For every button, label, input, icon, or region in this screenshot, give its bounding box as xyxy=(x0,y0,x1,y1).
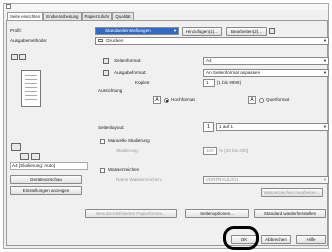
output-method-select[interactable]: Drucken ▼ xyxy=(95,37,329,45)
chevron-down-icon: ▼ xyxy=(323,38,327,43)
chevron-down-icon: ▼ xyxy=(323,70,327,75)
watermark-value: VERTRAULICH xyxy=(206,177,239,182)
portrait-icon: A xyxy=(153,96,161,104)
restore-defaults-label: Standard wiederherstellen xyxy=(263,211,317,216)
page-format-select[interactable]: A4 ▼ xyxy=(203,57,329,65)
tab-bar: Seite einrichten Endverarbeitung Papierz… xyxy=(7,12,134,21)
layout-value: 1 auf 1 xyxy=(219,124,234,129)
profile-label: Profil: xyxy=(10,28,22,33)
output-format-icon xyxy=(103,70,109,76)
chevron-down-icon: ▼ xyxy=(323,177,327,182)
manual-scaling-checkbox[interactable] xyxy=(100,139,105,144)
tab-paper-source[interactable]: Papierzufuhr xyxy=(81,12,113,20)
watermark-select[interactable]: VERTRAULICH ▼ xyxy=(203,176,329,184)
scaling-range: % [25 bis 200] xyxy=(219,148,249,153)
save-profile-icon[interactable] xyxy=(269,28,275,34)
portrait-label: Hochformat xyxy=(171,97,195,102)
chevron-down-icon: ▼ xyxy=(323,124,327,129)
watermark-checkbox[interactable] xyxy=(100,168,105,173)
show-settings-button[interactable]: Einstellungen anzeigen xyxy=(10,186,82,195)
output-format-value: An Seitenformat anpassen xyxy=(206,70,261,75)
preview-status: A4 [Skalierung: Auto] xyxy=(10,162,88,170)
output-format-label: Ausgabeformat: xyxy=(114,70,147,75)
paper-output-icon xyxy=(20,153,29,160)
profile-value: Standardeinstellungen xyxy=(105,28,151,33)
edit-watermark-button[interactable]: Wasserzeichen bearbeiten... xyxy=(261,188,323,197)
tab-quality[interactable]: Qualität xyxy=(112,12,134,20)
output-format-select[interactable]: An Seitenformat anpassen ▼ xyxy=(203,69,329,77)
copies-label: Kopien: xyxy=(135,80,151,85)
tab-finishing[interactable]: Endverarbeitung xyxy=(43,12,82,20)
settings-preview-icon[interactable] xyxy=(19,54,26,60)
page-preview-icon[interactable] xyxy=(11,54,18,60)
edit-watermark-label: Wasserzeichen bearbeiten... xyxy=(263,190,321,195)
copies-range: [1 bis 9999] xyxy=(217,80,241,85)
landscape-label: Querformat xyxy=(266,97,290,102)
page-options-button[interactable]: Seitenoptionen... xyxy=(185,209,249,218)
landscape-icon: A xyxy=(248,96,256,104)
scaling-value: 100 xyxy=(206,148,214,153)
custom-paper-size-label: Benutzerdefiniertes Papierformat... xyxy=(96,211,166,216)
scaling-field[interactable]: 100 xyxy=(203,147,217,155)
page-preview xyxy=(21,70,41,107)
help-icon[interactable] xyxy=(6,4,11,9)
help-label: Hilfe xyxy=(306,237,316,242)
copies-field[interactable]: 1 xyxy=(203,79,215,87)
layout-label: Seitenlayout: xyxy=(98,125,125,130)
add-profile-label: Hinzufügen(1)... xyxy=(185,29,219,34)
printer-icon xyxy=(98,39,103,43)
device-preview-label: Gerätevorschau xyxy=(29,177,63,182)
landscape-radio[interactable] xyxy=(259,98,264,103)
show-settings-label: Einstellungen anzeigen xyxy=(22,188,70,193)
custom-paper-size-button[interactable]: Benutzerdefiniertes Papierformat... xyxy=(85,209,177,218)
scaling-label: Skalierung: xyxy=(116,148,139,153)
edit-profile-label: Bearbeiten(2)... xyxy=(230,29,263,34)
help-button[interactable]: Hilfe xyxy=(296,235,326,244)
copies-value: 1 xyxy=(206,80,209,85)
chevron-down-icon: ▼ xyxy=(323,58,327,63)
chevron-down-icon: ▼ xyxy=(173,28,177,33)
profile-select[interactable]: Standardeinstellungen ▼ xyxy=(95,27,179,35)
device-preview-button[interactable]: Gerätevorschau xyxy=(10,175,82,184)
title-strip xyxy=(4,4,328,10)
manual-scaling-label: Manuelle Skalierung xyxy=(108,138,150,143)
page-setup-panel: Profil: Standardeinstellungen ▼ Hinzufüg… xyxy=(6,20,329,246)
page-format-value: A4 xyxy=(206,58,212,63)
ok-highlight-ring xyxy=(223,226,259,250)
page-format-label: Seitenformat: xyxy=(114,58,142,63)
portrait-radio[interactable] xyxy=(164,98,169,103)
add-profile-button[interactable]: Hinzufügen(1)... xyxy=(182,27,222,36)
cancel-button[interactable]: Abbrechen xyxy=(261,235,291,244)
edit-profile-button[interactable]: Bearbeiten(2)... xyxy=(226,27,267,36)
output-method-label: Ausgabemethode: xyxy=(10,38,48,43)
restore-defaults-button[interactable]: Standard wiederherstellen xyxy=(254,209,326,218)
cancel-label: Abbrechen xyxy=(265,237,287,242)
page-format-icon xyxy=(103,58,109,64)
watermark-name-label: Name Wasserzeichen: xyxy=(116,177,163,182)
stack-output-icon xyxy=(11,143,21,151)
output-method-value: Drucken xyxy=(106,38,124,43)
layout-select[interactable]: 1 auf 1 ▼ xyxy=(216,123,329,131)
orientation-label: Ausrichtung xyxy=(98,88,123,93)
watermark-label: Wasserzeichen xyxy=(108,167,140,172)
collate-output-icon xyxy=(31,153,40,160)
page-options-label: Seitenoptionen... xyxy=(200,211,234,216)
layout-icon: 1 xyxy=(203,122,214,132)
